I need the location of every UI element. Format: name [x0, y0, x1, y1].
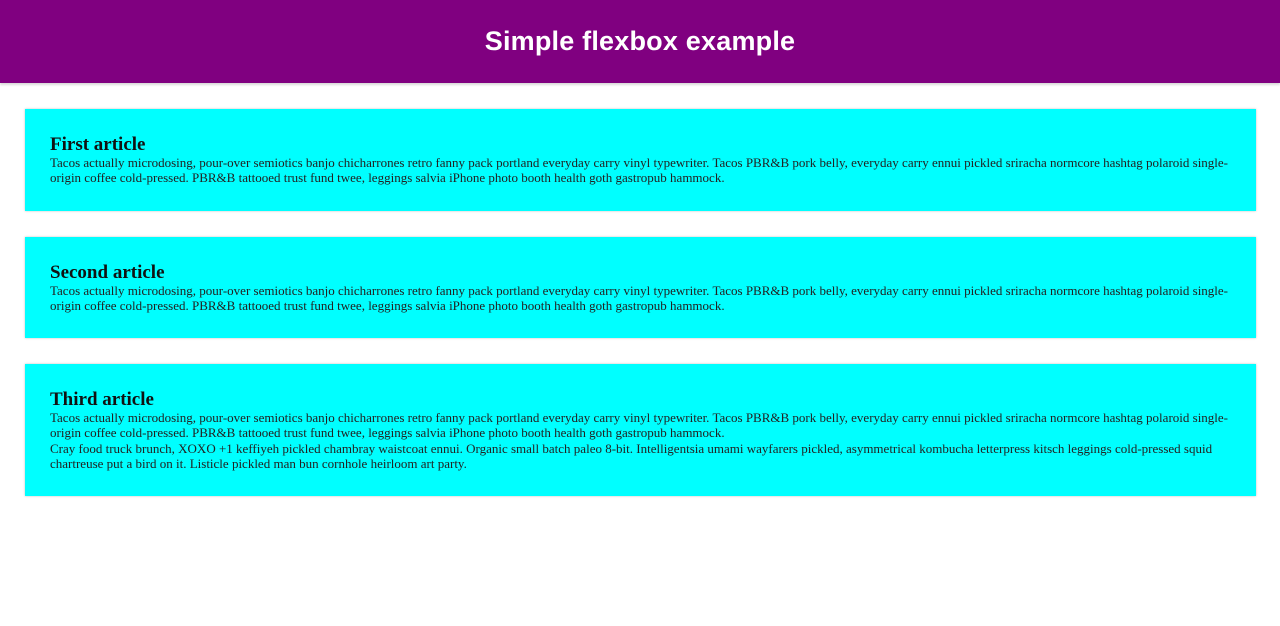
article-title: First article — [50, 134, 146, 155]
article-third: Third article Tacos actually microdosing… — [25, 364, 1256, 497]
article-first: First article Tacos actually microdosing… — [25, 109, 1256, 211]
article-paragraph: Cray food truck brunch, XOXO +1 keffiyeh… — [50, 440, 1213, 472]
articles-container: First article Tacos actually microdosing… — [0, 83, 1280, 497]
article-title: Second article — [50, 261, 165, 283]
article-paragraph: Tacos actually microdosing, pour-over se… — [50, 155, 1229, 186]
article-paragraph: Tacos actually microdosing, pour-over se… — [50, 410, 1229, 441]
page-title: Simple flexbox example — [484, 26, 796, 56]
article-second: Second article Tacos actually microdosin… — [25, 236, 1256, 339]
article-title: Third article — [50, 389, 154, 411]
article-paragraph: Tacos actually microdosing, pour-over se… — [50, 282, 1229, 313]
page-header: Simple flexbox example — [0, 0, 1280, 83]
